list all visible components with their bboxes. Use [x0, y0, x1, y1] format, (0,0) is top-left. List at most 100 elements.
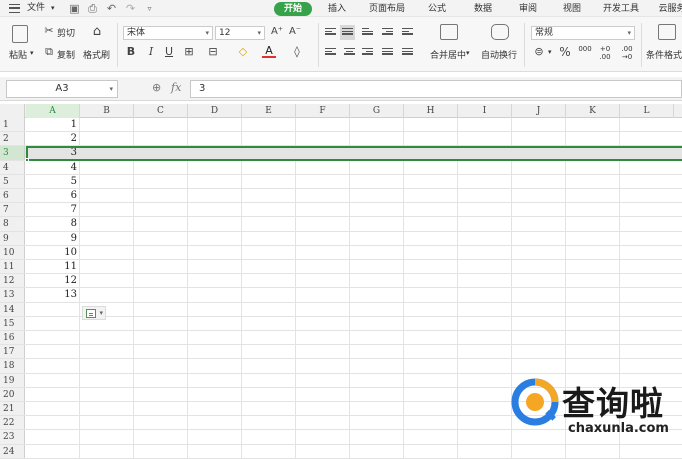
- row-header[interactable]: 1: [0, 118, 25, 132]
- row-header[interactable]: 18: [0, 359, 25, 373]
- row-header[interactable]: 3: [0, 146, 25, 160]
- fill-handle[interactable]: [25, 158, 29, 162]
- chevron-down-icon[interactable]: ▾: [548, 48, 552, 56]
- tab-developer[interactable]: 开发工具: [598, 2, 644, 16]
- row-header[interactable]: 13: [0, 288, 25, 302]
- tab-formulas[interactable]: 公式: [420, 2, 454, 16]
- number-format-select[interactable]: 常规 ▾: [531, 26, 635, 40]
- scissors-icon[interactable]: ✂: [42, 24, 56, 38]
- name-box[interactable]: A3 ▾: [6, 80, 118, 98]
- column-header-g[interactable]: G: [350, 104, 404, 118]
- column-header-i[interactable]: I: [458, 104, 512, 118]
- decrease-indent-icon[interactable]: [382, 28, 393, 37]
- cell-a1[interactable]: 1: [26, 118, 78, 131]
- formula-input[interactable]: 3: [190, 80, 682, 98]
- chevron-down-icon[interactable]: ▾: [30, 49, 34, 57]
- row-header[interactable]: 10: [0, 245, 25, 259]
- format-painter-icon[interactable]: ⌂: [90, 25, 104, 39]
- row-header[interactable]: 23: [0, 430, 25, 444]
- tab-page-layout[interactable]: 页面布局: [364, 2, 410, 16]
- justify-icon[interactable]: [382, 48, 393, 57]
- fill-style-icon[interactable]: ⊟: [206, 45, 220, 59]
- row-header[interactable]: 6: [0, 189, 25, 203]
- align-center-icon[interactable]: [344, 48, 355, 57]
- cell-a12[interactable]: 12: [26, 274, 78, 287]
- tab-data[interactable]: 数据: [466, 2, 500, 16]
- percent-button[interactable]: %: [558, 45, 572, 59]
- menu-icon[interactable]: [9, 4, 20, 13]
- tab-view[interactable]: 视图: [555, 2, 589, 16]
- row-header[interactable]: 5: [0, 174, 25, 188]
- bold-button[interactable]: B: [124, 45, 138, 59]
- align-right-icon[interactable]: [362, 48, 373, 57]
- cell-a8[interactable]: 8: [26, 217, 78, 230]
- column-header-c[interactable]: C: [134, 104, 188, 118]
- underline-button[interactable]: U: [162, 45, 176, 59]
- align-top-icon[interactable]: [325, 28, 336, 37]
- chevron-down-icon[interactable]: ▾: [51, 0, 55, 17]
- tab-review[interactable]: 审阅: [511, 2, 545, 16]
- row-header[interactable]: 14: [0, 302, 25, 316]
- column-header-e[interactable]: E: [242, 104, 296, 118]
- row-header[interactable]: 22: [0, 416, 25, 430]
- column-header-d[interactable]: D: [188, 104, 242, 118]
- align-bottom-icon[interactable]: [362, 28, 373, 37]
- align-left-icon[interactable]: [325, 48, 336, 57]
- conditional-format-icon[interactable]: [658, 24, 676, 40]
- wrap-text-icon[interactable]: [491, 24, 509, 40]
- increase-decimal-button[interactable]: +0 .00: [598, 45, 612, 61]
- select-all-corner[interactable]: [0, 104, 25, 118]
- row-header[interactable]: 9: [0, 231, 25, 245]
- paste-options-button[interactable]: ▾: [82, 306, 106, 320]
- cell-a5[interactable]: 5: [26, 175, 78, 188]
- distribute-icon[interactable]: [402, 48, 413, 57]
- column-header-f[interactable]: F: [296, 104, 350, 118]
- row-header[interactable]: 2: [0, 132, 25, 146]
- clear-format-icon[interactable]: ◊: [290, 45, 304, 59]
- paste-icon[interactable]: [12, 25, 28, 43]
- column-header-k[interactable]: K: [566, 104, 620, 118]
- cell-a2[interactable]: 2: [26, 132, 78, 145]
- align-middle-icon[interactable]: [340, 25, 355, 40]
- tab-cloud[interactable]: 云服务: [652, 2, 682, 16]
- tab-insert[interactable]: 插入: [320, 2, 354, 16]
- font-color-icon[interactable]: A: [262, 45, 276, 58]
- fill-color-icon[interactable]: ◇: [236, 45, 250, 59]
- format-painter-button[interactable]: 格式刷: [83, 48, 110, 61]
- column-header-j[interactable]: J: [512, 104, 566, 118]
- row-header[interactable]: 8: [0, 217, 25, 231]
- row-header[interactable]: 12: [0, 274, 25, 288]
- column-header-b[interactable]: B: [80, 104, 134, 118]
- row-header[interactable]: 16: [0, 331, 25, 345]
- cell-a6[interactable]: 6: [26, 189, 78, 202]
- row-header[interactable]: 19: [0, 373, 25, 387]
- cell-a10[interactable]: 10: [26, 246, 78, 259]
- file-menu[interactable]: 文件: [27, 0, 45, 17]
- customize-icon[interactable]: ▿: [143, 2, 156, 15]
- increase-indent-icon[interactable]: [402, 28, 413, 37]
- row-header[interactable]: 20: [0, 387, 25, 401]
- cell-a4[interactable]: 4: [26, 161, 78, 174]
- tab-home[interactable]: 开始: [274, 2, 312, 16]
- merge-center-icon[interactable]: [440, 24, 458, 40]
- save-icon[interactable]: ▣: [68, 2, 81, 15]
- font-size-select[interactable]: 12 ▾: [215, 26, 265, 40]
- font-name-select[interactable]: 宋体 ▾: [123, 26, 213, 40]
- column-header-h[interactable]: H: [404, 104, 458, 118]
- merge-center-button[interactable]: 合并居中: [430, 48, 466, 61]
- fx-icon[interactable]: fx: [171, 81, 181, 94]
- thousands-button[interactable]: 000: [578, 45, 592, 53]
- shrink-font-icon[interactable]: A⁻: [288, 25, 302, 39]
- row-header[interactable]: 7: [0, 203, 25, 217]
- decrease-decimal-button[interactable]: .00 →0: [620, 45, 634, 61]
- paste-button[interactable]: 粘贴: [9, 48, 27, 61]
- row-header[interactable]: 15: [0, 316, 25, 330]
- chevron-down-icon[interactable]: ▾: [466, 49, 470, 57]
- row-header[interactable]: 17: [0, 345, 25, 359]
- wrap-text-button[interactable]: 自动换行: [481, 48, 517, 61]
- row-header[interactable]: 11: [0, 260, 25, 274]
- copy-button[interactable]: 复制: [57, 48, 75, 61]
- cell-a7[interactable]: 7: [26, 203, 78, 216]
- currency-icon[interactable]: ⊜: [532, 45, 546, 59]
- cut-button[interactable]: 剪切: [57, 26, 75, 39]
